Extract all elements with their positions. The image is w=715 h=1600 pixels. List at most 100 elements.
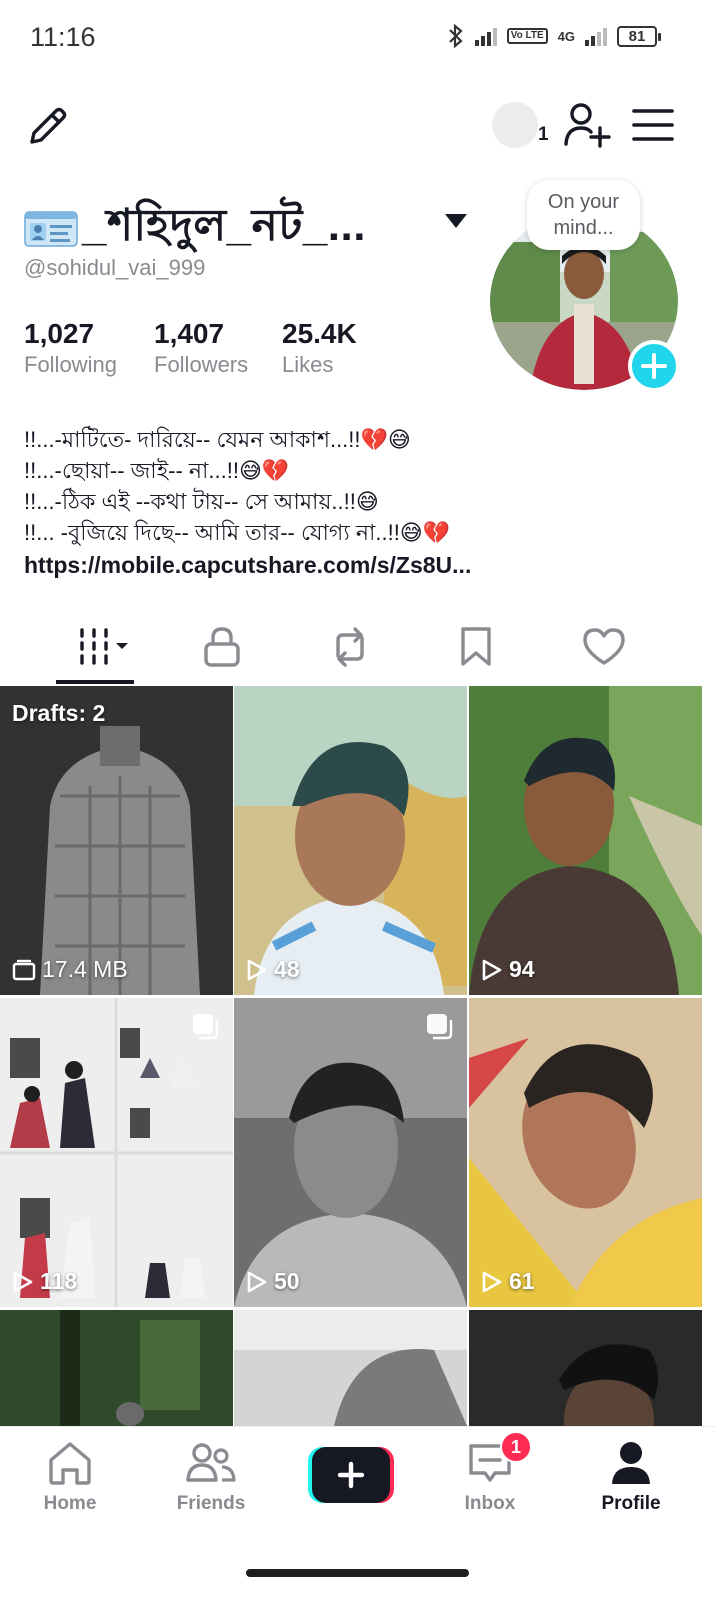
video-thumbnail (0, 998, 233, 1307)
following-label: Following (24, 352, 117, 377)
battery-icon: 81 (617, 25, 661, 47)
drafts-size: 17.4 MB (12, 956, 128, 983)
bio: !!...-মাটিতে- দারিয়ে-- যেমন আকাশ...!!💔😅… (24, 424, 471, 581)
video-tile[interactable] (234, 1310, 467, 1426)
signal-2-icon (585, 26, 607, 46)
profile-icon (612, 1442, 650, 1484)
nav-profile-label: Profile (601, 1493, 661, 1514)
video-tile[interactable]: 94 (469, 686, 702, 995)
video-thumbnail (234, 998, 467, 1307)
inbox-badge: 1 (500, 1431, 532, 1463)
view-count: 94 (509, 956, 535, 982)
photo-stack-icon (193, 1014, 219, 1040)
tab-videos[interactable] (64, 612, 136, 682)
add-story-button[interactable] (628, 340, 680, 392)
video-tile[interactable]: 61 (469, 998, 702, 1307)
play-icon (482, 959, 502, 980)
nav-friends[interactable]: Friends (156, 1439, 266, 1515)
bottom-nav: Home Friends Inbox 1 Profile (0, 1426, 715, 1600)
photo-stack-icon (427, 1014, 453, 1040)
video-thumbnail (0, 1310, 233, 1426)
play-icon (247, 1271, 267, 1292)
drafts-size-value: 17.4 MB (42, 956, 128, 982)
stat-following[interactable]: 1,027 Following (24, 318, 117, 378)
play-icon (247, 959, 267, 980)
video-tile[interactable]: 48 (234, 686, 467, 995)
home-indicator (246, 1569, 469, 1577)
bio-line: !!...-ছোয়া-- জাই-- না...!!😅💔 (24, 458, 290, 483)
bio-line: !!...-ঠিক এই --কথা টায়-- সে আমায়..!!😅 (24, 489, 379, 514)
bluetooth-icon (448, 24, 463, 48)
video-grid-icon (80, 628, 128, 665)
video-tile[interactable] (0, 1310, 233, 1426)
nav-home[interactable]: Home (15, 1439, 125, 1515)
view-count: 50 (274, 1268, 300, 1294)
view-count: 61 (509, 1268, 535, 1294)
id-card-icon (24, 210, 78, 247)
video-thumbnail (234, 1310, 467, 1426)
bio-link[interactable]: https://mobile.capcutshare.com/s/Zs8U... (24, 550, 471, 581)
followers-label: Followers (154, 352, 249, 377)
drafts-thumbnail (0, 686, 233, 995)
nav-inbox-label: Inbox (464, 1493, 516, 1514)
stat-likes[interactable]: 25.4K Likes (282, 318, 357, 378)
followers-count: 1,407 (154, 318, 225, 349)
network-type: 4G (557, 28, 575, 44)
caret-down-icon[interactable] (444, 212, 468, 230)
nav-home-label: Home (43, 1493, 97, 1514)
nav-profile[interactable]: Profile (576, 1439, 686, 1515)
video-thumbnail (469, 998, 702, 1307)
play-icon (482, 1271, 502, 1292)
heart-icon (583, 628, 625, 665)
drafts-label: Drafts: 2 (12, 700, 106, 726)
stat-followers[interactable]: 1,407 Followers (154, 318, 248, 378)
video-thumbnail (469, 1310, 702, 1426)
menu-icon[interactable] (632, 106, 674, 144)
video-views: 50 (246, 1268, 300, 1295)
tab-reposts[interactable] (320, 612, 380, 682)
plus-icon (641, 353, 667, 379)
video-tile[interactable]: 118 (0, 998, 233, 1307)
status-time: 11:16 (30, 22, 96, 52)
lock-icon (204, 627, 240, 667)
drafts-tile[interactable]: Drafts: 2 17.4 MB (0, 686, 233, 995)
repost-icon (336, 627, 364, 667)
profile-tabs (0, 612, 715, 686)
view-count: 48 (274, 956, 300, 982)
volte-icon: Vo LTE (506, 28, 548, 44)
status-icons: Vo LTE 4G 81 (447, 24, 661, 48)
bio-line: !!...-মাটিতে- দারিয়ে-- যেমন আকাশ...!!💔😅 (24, 427, 411, 452)
following-count: 1,027 (24, 318, 95, 349)
video-tile[interactable]: 50 (234, 998, 467, 1307)
create-button[interactable] (308, 1447, 394, 1503)
likes-label: Likes (282, 352, 334, 377)
video-views: 94 (481, 956, 535, 983)
video-views: 48 (246, 956, 300, 983)
video-thumbnail (469, 686, 702, 995)
thought-bubble[interactable]: On your mind... (527, 180, 640, 250)
tab-private[interactable] (192, 612, 252, 682)
tab-liked[interactable] (574, 612, 634, 682)
storage-icon (12, 959, 36, 980)
tab-favorites[interactable] (446, 612, 506, 682)
nav-friends-label: Friends (176, 1493, 246, 1514)
video-tile[interactable] (469, 1310, 702, 1426)
video-thumbnail (234, 686, 467, 995)
username: @sohidul_vai_999 (24, 255, 206, 280)
signal-1-icon (474, 26, 497, 46)
friends-icon (186, 1443, 236, 1482)
play-icon (13, 1271, 33, 1292)
story-avatar[interactable] (492, 102, 538, 148)
bookmark-icon (461, 627, 491, 666)
status-bar: 11:16 Vo LTE 4G 81 (0, 0, 715, 78)
active-tab-indicator (56, 680, 134, 684)
home-icon (49, 1442, 91, 1485)
view-count: 118 (40, 1268, 78, 1294)
add-friend-icon[interactable] (564, 102, 612, 148)
edit-profile-pencil-icon[interactable] (26, 104, 70, 148)
bio-line: !!... -বুজিয়ে দিছে-- আমি তার-- যোগ্য না… (24, 520, 451, 545)
story-count: 1 (538, 124, 549, 145)
video-views: 118 (12, 1268, 77, 1295)
likes-count: 25.4K (282, 318, 357, 349)
video-views: 61 (481, 1268, 535, 1295)
